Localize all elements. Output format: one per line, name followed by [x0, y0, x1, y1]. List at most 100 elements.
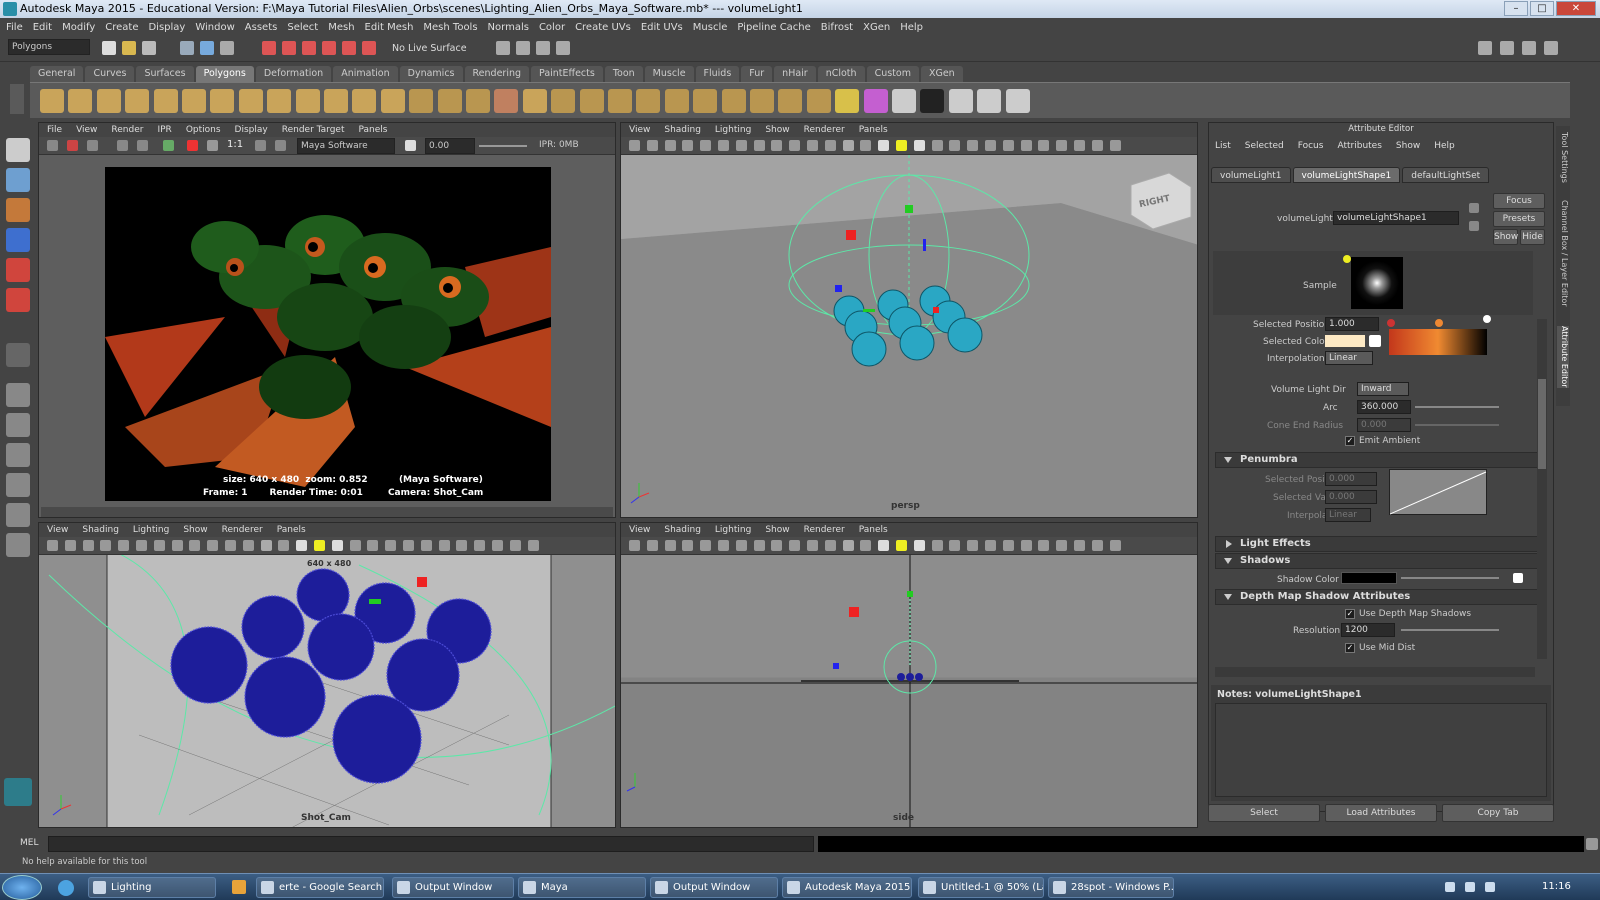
- render-layout-icon[interactable]: [6, 533, 30, 557]
- side-motion-blur-icon[interactable]: [949, 540, 961, 551]
- tool-settings-tab[interactable]: Tool Settings: [1557, 132, 1569, 183]
- render-view-menu-options[interactable]: Options: [186, 123, 221, 137]
- side-high-quality-icon[interactable]: [1109, 540, 1121, 551]
- script-editor-icon[interactable]: [1586, 838, 1598, 850]
- menu-edit-uvs[interactable]: Edit UVs: [641, 22, 683, 33]
- shelf-uv-tool-icon[interactable]: [977, 89, 1002, 113]
- shelf-split-icon[interactable]: [636, 89, 661, 113]
- shelf-pyramid-icon[interactable]: [238, 89, 263, 113]
- shelf-tab-dynamics[interactable]: Dynamics: [399, 66, 463, 82]
- shelf-cylinder-icon[interactable]: [96, 89, 121, 113]
- persp-xray-joints-icon[interactable]: [1038, 140, 1050, 151]
- shotcam-backface-culling-icon[interactable]: [509, 540, 521, 551]
- persp-depth-of-field-icon[interactable]: [985, 140, 996, 151]
- persp-gate-mask-icon[interactable]: [753, 140, 765, 151]
- shotcam-isolate-select-icon[interactable]: [420, 540, 432, 551]
- show-attribute-editor-icon[interactable]: [1500, 41, 1514, 55]
- menu-help[interactable]: Help: [900, 22, 923, 33]
- taskbar-item-2[interactable]: erte - Google Search ...: [256, 877, 384, 898]
- shelf-tab-ncloth[interactable]: nCloth: [817, 66, 865, 82]
- selected-color-swatch[interactable]: [1325, 335, 1365, 347]
- side-backface-culling-icon[interactable]: [1091, 540, 1103, 551]
- menu-assets[interactable]: Assets: [245, 22, 278, 33]
- shelf-bridge-icon[interactable]: [750, 89, 774, 113]
- shelf-helix-icon[interactable]: [295, 89, 320, 113]
- ae-menu-attributes[interactable]: Attributes: [1337, 141, 1381, 155]
- attribute-editor-vscrollbar[interactable]: [1537, 319, 1547, 659]
- shotcam-safe-title-icon[interactable]: [225, 540, 236, 551]
- shelf-sphere-icon[interactable]: [40, 89, 64, 113]
- side-anti-aliasing-icon[interactable]: [967, 540, 979, 551]
- shotcam-safe-action-icon[interactable]: [207, 540, 219, 551]
- persp-safe-action-icon[interactable]: [789, 140, 801, 151]
- persp-select-camera-icon[interactable]: [629, 140, 640, 151]
- taskbar-item-8[interactable]: 28spot - Windows P...: [1048, 877, 1174, 898]
- focus-button[interactable]: Focus: [1493, 193, 1545, 209]
- shelf-tab-nhair[interactable]: nHair: [774, 66, 816, 82]
- select-object-icon[interactable]: [200, 41, 214, 55]
- shelf-collapse-icon[interactable]: [835, 89, 860, 113]
- shelf-offset-edge-loop-icon[interactable]: [693, 89, 718, 113]
- shotcam-anti-aliasing-icon[interactable]: [385, 540, 397, 551]
- shotcam-xray-joints-icon[interactable]: [456, 540, 468, 551]
- shelf-separate-icon[interactable]: [437, 89, 462, 113]
- persp-menu-view[interactable]: View: [629, 123, 650, 137]
- shelf-uv-snapshot-icon[interactable]: [948, 89, 973, 113]
- penumbra-value-field[interactable]: 0.000: [1325, 490, 1377, 504]
- persp-isolate-select-icon[interactable]: [1002, 140, 1014, 151]
- lasso-tool-icon[interactable]: [6, 168, 30, 192]
- cone-end-radius-field[interactable]: 0.000: [1357, 418, 1411, 432]
- persp-anti-aliasing-icon[interactable]: [967, 140, 979, 151]
- ramp-handle-3[interactable]: [1483, 315, 1491, 323]
- shotcam-two-sided-icon[interactable]: [492, 540, 503, 551]
- penumbra-interp-dropdown[interactable]: Linear: [1325, 508, 1371, 522]
- menu-create[interactable]: Create: [105, 22, 138, 33]
- shelf-append-icon[interactable]: [608, 89, 632, 113]
- shelf-tab-surfaces[interactable]: Surfaces: [136, 66, 194, 82]
- ramp-handle-2[interactable]: [1435, 319, 1443, 327]
- hide-button[interactable]: Hide: [1520, 229, 1545, 245]
- cone-end-radius-slider[interactable]: [1415, 424, 1499, 426]
- persp-viewport[interactable]: RIGHT persp: [621, 155, 1197, 517]
- shotcam-gate-mask-icon[interactable]: [171, 540, 183, 551]
- shelf-tab-rendering[interactable]: Rendering: [464, 66, 530, 82]
- ae-tab-volumelightshape1[interactable]: volumeLightShape1: [1292, 167, 1401, 183]
- shotcam-lock-camera-icon[interactable]: [64, 540, 76, 551]
- side-menu-show[interactable]: Show: [765, 523, 789, 537]
- menu-file[interactable]: File: [6, 22, 23, 33]
- shotcam-smooth-shade-icon[interactable]: [260, 540, 272, 551]
- side-wireframe-on-shaded-icon[interactable]: [860, 540, 872, 551]
- side-image-plane-icon[interactable]: [682, 540, 694, 551]
- save-scene-icon[interactable]: [142, 41, 156, 55]
- menu-pipeline-cache[interactable]: Pipeline Cache: [737, 22, 810, 33]
- shelf-extrude-icon[interactable]: [721, 89, 746, 113]
- ae-copy-tab-button[interactable]: Copy Tab: [1442, 804, 1554, 822]
- render-view-menu-ipr[interactable]: IPR: [157, 123, 171, 137]
- notes-textarea[interactable]: [1215, 703, 1547, 797]
- persp-safe-title-icon[interactable]: [807, 140, 818, 151]
- persp-field-chart-icon[interactable]: [771, 140, 783, 151]
- shelf-extract-icon[interactable]: [466, 89, 490, 113]
- side-safe-action-icon[interactable]: [789, 540, 801, 551]
- side-safe-title-icon[interactable]: [807, 540, 818, 551]
- ratio-label[interactable]: 1:1: [227, 139, 243, 150]
- menu-color[interactable]: Color: [539, 22, 565, 33]
- taskbar-item-1[interactable]: Lighting: [88, 877, 216, 898]
- shelf-tab-general[interactable]: General: [30, 66, 84, 82]
- hypershade-layout-icon[interactable]: [6, 503, 30, 527]
- shelf-tab-fluids[interactable]: Fluids: [695, 66, 740, 82]
- menu-create-uvs[interactable]: Create UVs: [575, 22, 631, 33]
- shotcam-high-quality-icon[interactable]: [527, 540, 539, 551]
- shelf-torus-icon[interactable]: [182, 89, 206, 113]
- persp-high-quality-icon[interactable]: [1109, 140, 1121, 151]
- side-grid-icon[interactable]: [700, 540, 712, 551]
- menuset-dropdown[interactable]: Polygons: [8, 39, 90, 55]
- shelf-tab-painteffects[interactable]: PaintEffects: [531, 66, 603, 82]
- shelf-tab-deformation[interactable]: Deformation: [255, 66, 332, 82]
- shotcam-menu-view[interactable]: View: [47, 523, 68, 537]
- render-view-menu-render-target[interactable]: Render Target: [282, 123, 345, 137]
- open-scene-icon[interactable]: [122, 41, 136, 55]
- interpolation-dropdown[interactable]: Linear: [1325, 351, 1373, 365]
- shotcam-select-camera-icon[interactable]: [47, 540, 58, 551]
- persp-textured-icon[interactable]: [878, 140, 890, 151]
